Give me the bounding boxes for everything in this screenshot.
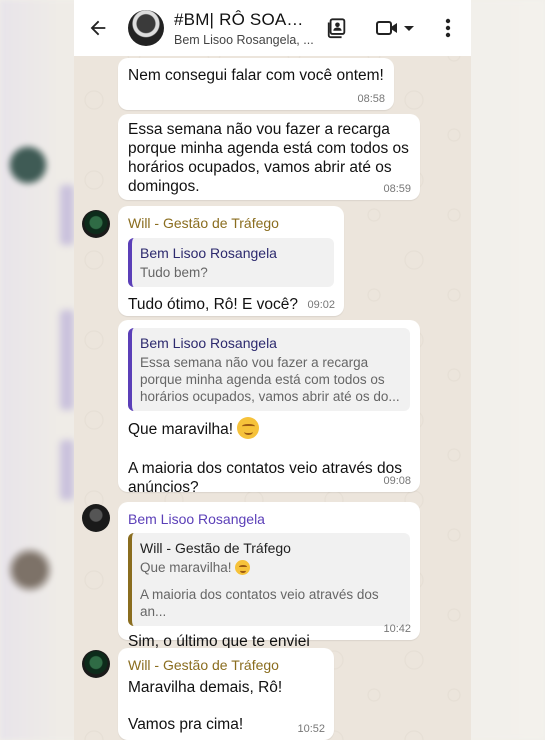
quote-text-line: Que maravilha! (140, 560, 232, 575)
sender-avatar[interactable] (82, 504, 110, 532)
sender-name[interactable]: Will - Gestão de Tráfego (128, 214, 334, 232)
smiling-face-emoji-icon (235, 560, 251, 575)
contact-card-button[interactable] (324, 14, 350, 42)
message-time: 09:08 (383, 475, 411, 487)
message-text: Nem consegui falar com você ontem! (128, 67, 384, 84)
chat-screen: #BM| RÔ SOARE... Bem Lisoo Rosangela, ..… (74, 0, 471, 740)
message-time: 10:42 (383, 623, 411, 635)
more-vertical-icon (445, 18, 451, 38)
video-camera-icon (376, 21, 397, 35)
message-text: Essa semana não vou fazer a recarga porq… (128, 121, 409, 195)
chat-title: #BM| RÔ SOARE... (174, 9, 314, 29)
contact-card-icon (327, 18, 346, 39)
quote-text: Que maravilha! (140, 559, 400, 576)
quoted-message[interactable]: Bem Lisoo Rosangela Essa semana não vou … (128, 328, 410, 411)
message-bubble[interactable]: Nem consegui falar com você ontem! 08:58 (118, 58, 394, 110)
group-avatar[interactable] (128, 10, 164, 46)
message-bubble[interactable]: Essa semana não vou fazer a recarga porq… (118, 114, 420, 200)
back-button[interactable] (76, 0, 120, 56)
sender-name[interactable]: Will - Gestão de Tráfego (128, 656, 324, 674)
sender-avatar[interactable] (82, 210, 110, 238)
message-text-line: Que maravilha! (128, 421, 234, 438)
quote-text: Tudo bem? (140, 265, 208, 280)
message-bubble[interactable]: Bem Lisoo Rosangela Essa semana não vou … (118, 320, 420, 496)
quote-author: Will - Gestão de Tráfego (140, 540, 291, 556)
smiling-face-emoji-icon (237, 417, 260, 439)
more-options-button[interactable] (436, 14, 460, 42)
quote-text: A maioria dos contatos veio através dos … (140, 587, 379, 619)
message-bubble[interactable]: Will - Gestão de Tráfego Bem Lisoo Rosan… (118, 206, 344, 316)
message-text: A maioria dos contatos veio através dos … (128, 460, 402, 496)
message-bubble[interactable]: Bem Lisoo Rosangela Will - Gestão de Trá… (118, 502, 420, 650)
chat-subtitle: Bem Lisoo Rosangela, ... (174, 32, 314, 47)
chevron-down-icon (404, 26, 414, 31)
quote-text: Essa semana não vou fazer a recarga porq… (140, 355, 400, 404)
message-text: Tudo ótimo, Rô! E você? (128, 296, 299, 313)
chat-title-block[interactable]: #BM| RÔ SOARE... Bem Lisoo Rosangela, ..… (174, 10, 314, 47)
sender-name[interactable]: Bem Lisoo Rosangela (128, 510, 410, 528)
quoted-message[interactable]: Bem Lisoo Rosangela Tudo bem? (128, 238, 334, 287)
video-call-button[interactable] (372, 14, 418, 42)
chat-header: #BM| RÔ SOARE... Bem Lisoo Rosangela, ..… (74, 0, 471, 56)
message-text: Que maravilha! (128, 417, 410, 439)
message-text: Maravilha demais, Rô! (128, 679, 283, 696)
quote-author: Bem Lisoo Rosangela (140, 245, 277, 261)
message-time: 10:52 (297, 723, 325, 735)
message-time: 09:02 (307, 299, 335, 311)
message-bubble[interactable]: Will - Gestão de Tráfego Maravilha demai… (118, 648, 334, 740)
message-time: 08:59 (383, 183, 411, 195)
message-time: 08:58 (357, 93, 385, 105)
message-text: Vamos pra cima! (128, 716, 244, 733)
quoted-message[interactable]: Will - Gestão de Tráfego Que maravilha! … (128, 533, 410, 626)
arrow-left-icon (90, 20, 106, 36)
quote-author: Bem Lisoo Rosangela (140, 335, 277, 351)
sender-avatar[interactable] (82, 650, 110, 678)
